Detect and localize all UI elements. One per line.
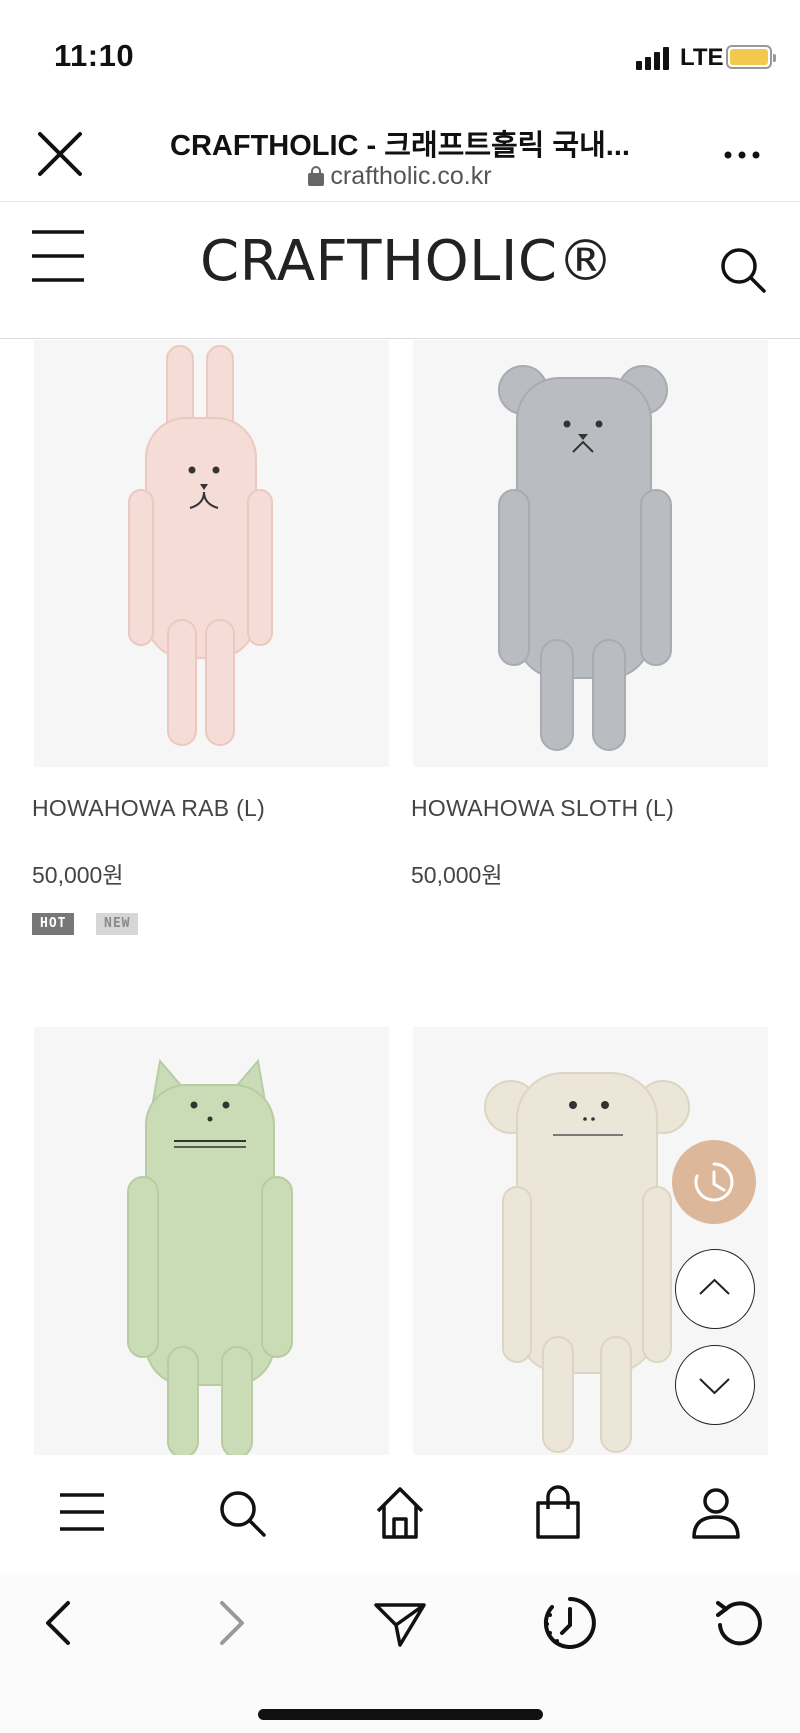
recent-viewed-button[interactable] <box>672 1140 756 1224</box>
chevron-right-icon <box>220 1601 244 1645</box>
site-bottom-nav <box>0 1455 800 1573</box>
send-icon <box>374 1603 426 1647</box>
status-bar: 11:10 LTE <box>0 0 800 110</box>
search-icon <box>220 1491 266 1537</box>
menu-button[interactable] <box>30 216 86 282</box>
shopping-bag-icon <box>536 1485 580 1539</box>
product-card[interactable]: HOWAHOWA RAB (L) 50,000원 HOT NEW <box>0 340 400 940</box>
search-icon <box>721 248 766 293</box>
product-image[interactable] <box>34 340 389 767</box>
history-icon <box>543 1597 596 1649</box>
lock-icon <box>308 166 325 186</box>
url-bar[interactable]: craftholic.co.kr <box>140 162 660 191</box>
clock-icon <box>694 1162 734 1202</box>
back-button[interactable] <box>32 1595 88 1651</box>
signal-icon <box>636 46 672 70</box>
product-price: 50,000원 <box>32 862 124 888</box>
more-icon <box>724 151 760 159</box>
product-card[interactable] <box>0 1027 400 1457</box>
user-icon <box>692 1488 740 1539</box>
share-button[interactable] <box>372 1595 428 1651</box>
nav-menu-button[interactable] <box>52 1483 112 1543</box>
nav-home-button[interactable] <box>370 1483 430 1543</box>
network-label: LTE <box>680 44 724 71</box>
nav-account-button[interactable] <box>686 1483 746 1543</box>
chevron-down-icon <box>699 1378 730 1395</box>
hot-badge: HOT <box>32 913 75 935</box>
history-button[interactable] <box>542 1595 598 1651</box>
bear-plush-image <box>498 365 672 751</box>
url-text: craftholic.co.kr <box>330 162 492 190</box>
browser-toolbar <box>0 1573 800 1733</box>
product-price: 50,000원 <box>411 862 503 888</box>
home-icon <box>376 1487 424 1539</box>
cat-plush-image <box>127 1058 293 1455</box>
rabbit-plush-image <box>128 345 273 746</box>
close-button[interactable] <box>34 128 86 180</box>
page-title: CRAFTHOLIC - 크래프트홀릭 국내... <box>170 130 630 162</box>
home-indicator <box>258 1709 543 1720</box>
site-search-button[interactable] <box>718 245 768 295</box>
new-badge: NEW <box>96 913 139 935</box>
site-header: CRAFTHOLIC® <box>0 203 800 339</box>
reload-button[interactable] <box>712 1595 768 1651</box>
status-time: 11:10 <box>54 38 135 73</box>
hamburger-icon <box>60 1493 104 1531</box>
forward-button[interactable] <box>202 1595 258 1651</box>
scroll-up-button[interactable] <box>675 1249 755 1329</box>
product-name[interactable]: HOWAHOWA RAB (L) <box>32 795 265 822</box>
battery-icon <box>726 45 776 69</box>
product-name[interactable]: HOWAHOWA SLOTH (L) <box>411 795 674 822</box>
nav-cart-button[interactable] <box>528 1483 588 1543</box>
browser-header: CRAFTHOLIC - 크래프트홀릭 국내... craftholic.co.… <box>0 110 800 202</box>
close-icon <box>38 132 82 176</box>
product-image[interactable] <box>413 340 768 767</box>
site-logo[interactable]: CRAFTHOLIC® <box>200 229 614 294</box>
more-button[interactable] <box>722 140 762 170</box>
reload-icon <box>716 1601 762 1646</box>
scroll-down-button[interactable] <box>675 1345 755 1425</box>
chevron-up-icon <box>699 1278 730 1295</box>
product-card[interactable]: HOWAHOWA SLOTH (L) 50,000원 <box>400 340 800 940</box>
hamburger-icon <box>32 230 84 282</box>
chevron-left-icon <box>46 1601 70 1645</box>
product-image[interactable] <box>34 1027 389 1455</box>
nav-search-button[interactable] <box>212 1483 272 1543</box>
